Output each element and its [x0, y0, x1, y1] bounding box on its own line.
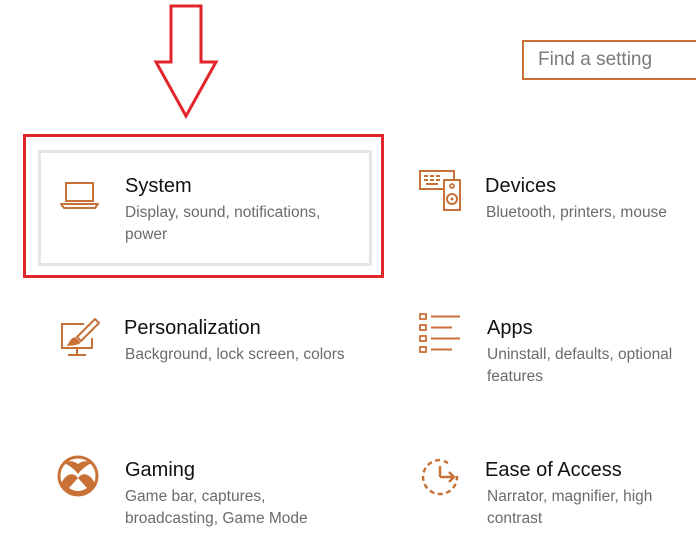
apps-title: Apps — [487, 317, 533, 339]
keyboard-speaker-icon — [418, 168, 464, 214]
paintbrush-monitor-icon — [56, 316, 102, 362]
devices-title: Devices — [485, 175, 557, 197]
annotation-arrow — [153, 4, 219, 120]
system-tile[interactable]: System Display, sound, notifications, po… — [38, 150, 372, 266]
devices-description: Bluetooth, printers, mouse — [486, 204, 667, 221]
ease-of-access-description: Narrator, magnifier, high contrast — [487, 488, 653, 527]
settings-page: System Display, sound, notifications, po… — [0, 0, 696, 534]
system-description: Display, sound, notifications, power — [125, 204, 321, 243]
personalization-title: Personalization — [124, 317, 261, 339]
ease-of-access-icon — [418, 454, 464, 500]
system-title: System — [125, 175, 192, 197]
devices-tile[interactable]: Devices Bluetooth, printers, mouse — [400, 150, 696, 260]
gaming-tile[interactable]: Gaming Game bar, captures, broadcasting,… — [38, 434, 372, 534]
search-box[interactable] — [522, 40, 696, 80]
laptop-icon — [57, 171, 103, 217]
personalization-tile[interactable]: Personalization Background, lock screen,… — [38, 292, 372, 402]
personalization-description: Background, lock screen, colors — [125, 346, 345, 363]
gaming-description: Game bar, captures, broadcasting, Game M… — [125, 488, 308, 527]
ease-of-access-title: Ease of Access — [485, 459, 622, 481]
ease-of-access-tile[interactable]: Ease of Access Narrator, magnifier, high… — [400, 434, 696, 534]
gaming-title: Gaming — [125, 459, 196, 481]
xbox-icon — [56, 454, 102, 500]
search-input[interactable] — [524, 42, 696, 78]
apps-tile[interactable]: Apps Uninstall, defaults, optional featu… — [400, 292, 696, 402]
apps-description: Uninstall, defaults, optional features — [487, 346, 673, 385]
apps-list-icon — [418, 312, 464, 358]
